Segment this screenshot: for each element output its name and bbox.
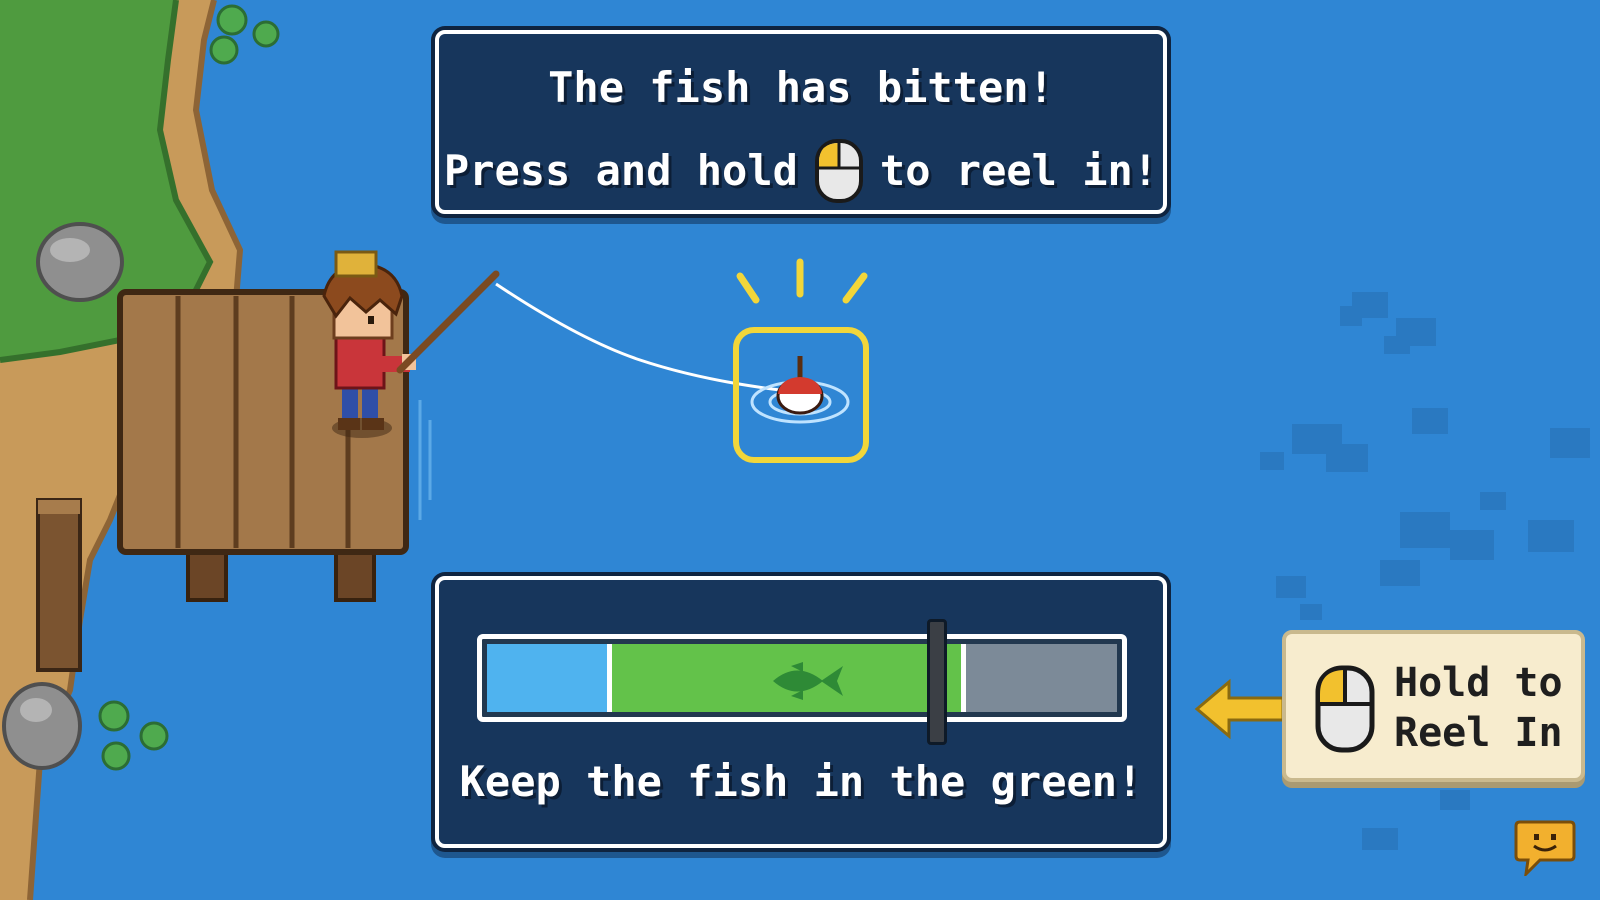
instruction-prefix: Press and hold [443,146,798,195]
reel-meter-low-zone [487,644,607,712]
instruction-suffix: to reel in! [879,146,1159,195]
game-scene: The fish has bitten! Press and hold to r… [0,0,1600,900]
reel-instruction: Press and hold to reel in! [439,138,1163,204]
bite-notification-panel: The fish has bitten! Press and hold to r… [435,30,1167,214]
mouse-left-button-icon [814,139,863,203]
arrow-left-icon [1194,678,1285,740]
tooltip-line-2: Reel In [1394,710,1563,756]
mouse-left-button-icon [1315,665,1375,753]
reel-meter-cursor [927,619,948,745]
shore-rock-top [36,222,124,302]
bite-title: The fish has bitten! [548,63,1054,112]
tooltip-text: Hold to Reel In [1394,658,1580,758]
chat-bubble-icon[interactable] [1514,818,1576,876]
reel-meter-green-zone [606,644,966,712]
reel-meter-panel: Keep the fish in the green! [435,576,1167,848]
tooltip-line-1: Hold to [1394,660,1563,706]
mooring-post [36,498,82,672]
fish-icon [772,662,843,700]
shore-rock-bottom [2,682,82,770]
meter-caption: Keep the fish in the green! [459,757,1143,806]
hold-to-reel-tooltip: Hold to Reel In [1282,630,1585,782]
reel-meter-track [477,619,1127,745]
